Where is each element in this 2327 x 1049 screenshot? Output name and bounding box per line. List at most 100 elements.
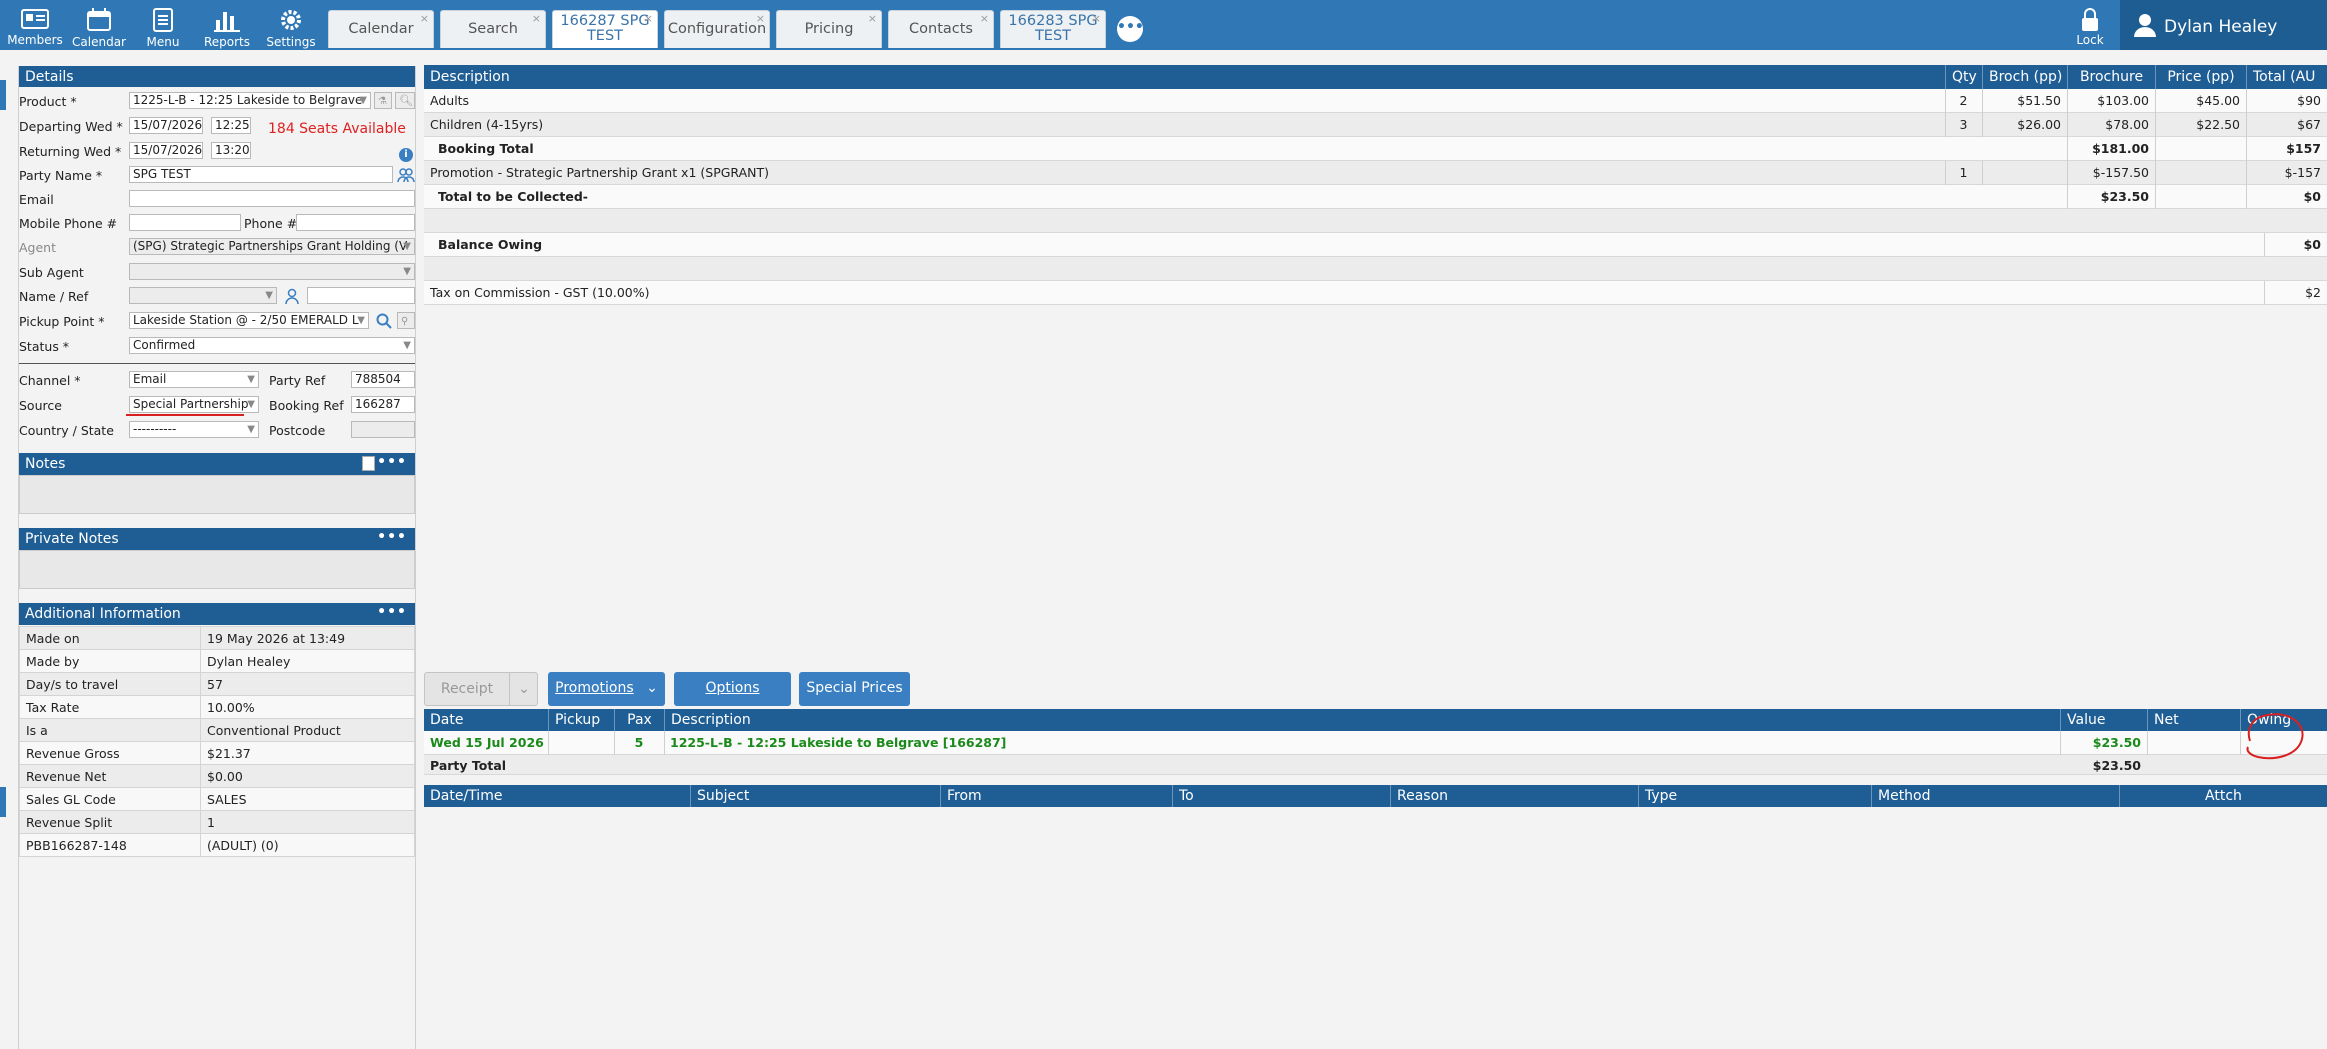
product-search-button[interactable]: 🔍︎ [395, 92, 415, 109]
info-key: Revenue Split [19, 810, 201, 834]
row-total: $0 [2303, 189, 2321, 204]
search-icon[interactable] [376, 313, 392, 329]
phone-label: Phone # [244, 216, 298, 231]
source-label: Source [19, 398, 62, 413]
product-filter-button[interactable]: ⚗ [374, 92, 392, 109]
booking-ref-field[interactable]: 166287 [351, 396, 415, 413]
name-ref-select[interactable]: ▼ [129, 287, 277, 304]
user-menu[interactable]: Dylan Healey [2120, 0, 2327, 50]
departing-date-input[interactable]: 15/07/2026 [129, 117, 203, 134]
email-label: Email [19, 192, 54, 207]
returning-date-input[interactable]: 15/07/2026 [129, 142, 203, 159]
row-brochure: $78.00 [2105, 117, 2149, 132]
col-net: Net [2147, 709, 2240, 731]
reports-button[interactable]: Reports [194, 8, 260, 50]
pickup-select[interactable]: Lakeside Station @ - 2/50 EMERALD L ▼ [129, 312, 369, 329]
tab-label: 166283 SPG TEST [1008, 13, 1098, 44]
close-icon[interactable]: × [532, 12, 541, 25]
tab-label: 166287 SPG TEST [560, 13, 650, 44]
sub-agent-select[interactable]: ▼ [129, 263, 415, 280]
channel-label: Channel * [19, 373, 81, 388]
product-select[interactable]: 1225-L-B - 12:25 Lakeside to Belgrave ▼ [129, 92, 371, 109]
members-button[interactable]: Members [2, 8, 68, 50]
tab-contacts[interactable]: Contacts × [888, 10, 994, 48]
agent-select[interactable]: (SPG) Strategic Partnerships Grant Holdi… [129, 238, 415, 255]
promotions-button[interactable]: Promotions ⌄ [548, 672, 665, 706]
pickup-value: Lakeside Station @ - 2/50 EMERALD L [133, 313, 359, 327]
tab-pricing[interactable]: Pricing × [776, 10, 882, 48]
private-notes-area[interactable] [19, 550, 415, 589]
row-total: $157 [2286, 141, 2321, 156]
row-price-pp: $22.50 [2196, 117, 2240, 132]
channel-select[interactable]: Email ▼ [129, 371, 259, 388]
table-row: Balance Owing $0 [424, 233, 2327, 257]
options-button[interactable]: Options [674, 672, 791, 706]
info-value: (ADULT) (0) [200, 833, 415, 857]
notes-area[interactable] [19, 475, 415, 514]
party-name-input[interactable]: SPG TEST [129, 166, 393, 183]
table-row: Sales GL Code SALES [19, 787, 415, 811]
settings-button[interactable]: Settings [258, 8, 324, 50]
document-icon[interactable] [362, 456, 375, 471]
close-icon[interactable]: × [756, 12, 765, 25]
returning-time-input[interactable]: 13:20 [211, 142, 251, 159]
returning-label: Returning Wed * [19, 144, 122, 159]
private-notes-header: Private Notes ••• [19, 528, 415, 550]
tab-search[interactable]: Search × [440, 10, 546, 48]
receipt-button[interactable]: Receipt ⌄ [424, 672, 538, 706]
close-icon[interactable]: × [1092, 12, 1101, 25]
lock-button[interactable]: Lock [2070, 8, 2110, 47]
calendar-button[interactable]: Calendar [66, 8, 132, 50]
info-key: Revenue Net [19, 764, 201, 788]
menu-label: Menu [146, 35, 180, 49]
country-select[interactable]: ---------- ▼ [129, 421, 259, 438]
info-icon[interactable]: i [399, 148, 413, 162]
close-icon[interactable]: × [868, 12, 877, 25]
more-tabs-button[interactable]: ••• [1117, 16, 1144, 42]
chevron-down-icon: ▼ [357, 315, 365, 326]
map-pin-button[interactable]: ⚲ [397, 312, 415, 329]
tab-booking-166287[interactable]: 166287 SPG TEST × [552, 10, 658, 48]
table-row: Children (4-15yrs) 3 $26.00 $78.00 $22.5… [424, 113, 2327, 137]
reports-icon [214, 12, 240, 32]
close-icon[interactable]: × [644, 12, 653, 25]
table-row: Revenue Gross $21.37 [19, 741, 415, 765]
tab-calendar[interactable]: Calendar × [328, 10, 434, 48]
product-label: Product * [19, 94, 77, 109]
phone-field[interactable] [296, 214, 415, 231]
row-qty: 2 [1959, 93, 1968, 108]
notes-menu-button[interactable]: ••• [377, 454, 407, 470]
name-ref-field[interactable] [307, 287, 415, 304]
tab-booking-166283[interactable]: 166283 SPG TEST × [1000, 10, 1106, 48]
row-total: $-157 [2284, 165, 2321, 180]
details-header: Details [19, 66, 415, 87]
panel-border [415, 66, 416, 1049]
private-notes-menu-button[interactable]: ••• [377, 529, 407, 545]
email-field[interactable] [129, 190, 415, 207]
mobile-field[interactable] [129, 214, 241, 231]
info-value: 1 [200, 810, 415, 834]
person-icon[interactable] [285, 288, 299, 304]
status-select[interactable]: Confirmed ▼ [129, 337, 415, 354]
close-icon[interactable]: × [420, 12, 429, 25]
close-icon[interactable]: × [980, 12, 989, 25]
table-row: Is a Conventional Product [19, 718, 415, 742]
chevron-down-icon: ▼ [265, 290, 273, 301]
table-row: Revenue Net $0.00 [19, 764, 415, 788]
table-row[interactable]: Wed 15 Jul 2026 5 1225-L-B - 12:25 Lakes… [424, 731, 2327, 755]
additional-info-menu-button[interactable]: ••• [377, 604, 407, 620]
postcode-field[interactable] [351, 421, 415, 438]
tab-label: Contacts [909, 21, 973, 37]
group-icon[interactable] [397, 167, 415, 183]
tab-configuration[interactable]: Configuration × [664, 10, 770, 48]
table-row: Made by Dylan Healey [19, 649, 415, 673]
table-row: Adults 2 $51.50 $103.00 $45.00 $90 [424, 89, 2327, 113]
party-ref-field[interactable]: 788504 [351, 371, 415, 388]
row-price-pp: $45.00 [2196, 93, 2240, 108]
departing-time-input[interactable]: 12:25 [211, 117, 251, 134]
source-select[interactable]: Special Partnership ▼ [129, 396, 259, 413]
special-prices-button[interactable]: Special Prices [799, 672, 910, 706]
tab-label: Search [468, 21, 518, 37]
row-qty: 3 [1959, 117, 1968, 132]
menu-button[interactable]: Menu [130, 8, 196, 50]
